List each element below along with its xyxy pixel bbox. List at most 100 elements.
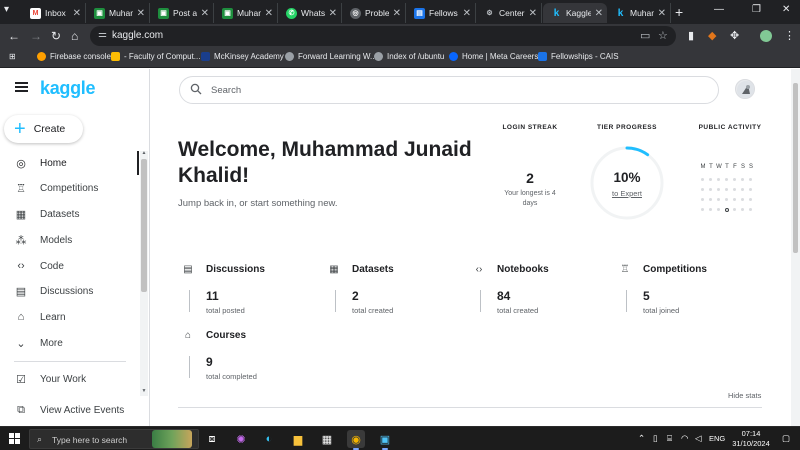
microsoft-store-icon[interactable]: ▦ <box>318 430 336 448</box>
network-icon[interactable]: ⌸ <box>667 433 672 444</box>
scroll-up-icon[interactable]: ▲ <box>140 150 148 156</box>
stat-subtitle: total created <box>497 306 539 315</box>
bookmark-firebase[interactable]: Firebase console <box>37 52 111 61</box>
wifi-icon[interactable]: ◠ <box>681 433 688 444</box>
reload-icon[interactable]: ↻ <box>51 29 61 43</box>
back-icon[interactable]: ← <box>8 29 20 43</box>
activity-dot <box>749 198 752 201</box>
edge-icon[interactable]: ◐ <box>260 430 278 448</box>
stat-card-competitions[interactable]: ♖ Competitions 5 total joined <box>618 263 758 323</box>
notifications-icon[interactable]: ▢ <box>782 433 790 444</box>
bookmark-faculty[interactable]: - Faculty of Comput... <box>111 52 200 61</box>
hide-stats-link[interactable]: Hide stats <box>728 391 761 400</box>
sidebar-item-code[interactable]: ‹› Code <box>0 254 138 278</box>
file-explorer-icon[interactable]: ▆ <box>289 430 307 448</box>
bookmark-fellowships-cais[interactable]: Fellowships - CAIS <box>538 52 619 61</box>
chrome-taskbar-icon[interactable]: ◉ <box>347 430 365 450</box>
menu-icon[interactable] <box>15 82 28 92</box>
sidebar-item-more[interactable]: ⌄ More <box>0 331 138 355</box>
stat-card-discussions[interactable]: ▤ Discussions 11 total posted <box>181 263 321 323</box>
taskbar-clock[interactable]: 07:14 31/10/2024 <box>728 429 774 449</box>
close-icon[interactable]: ✕ <box>658 8 666 19</box>
close-icon[interactable]: ✕ <box>73 8 81 19</box>
bookmark-meta-careers[interactable]: Home | Meta Careers <box>449 52 538 61</box>
tab-kaggle-active[interactable]: k Kaggle ✕ <box>543 3 607 23</box>
stat-card-datasets[interactable]: ▦ Datasets 2 total created <box>327 263 467 323</box>
scroll-down-icon[interactable]: ▼ <box>140 388 148 394</box>
sidebar-scrollbar[interactable]: ▲ ▼ <box>140 150 148 396</box>
app-taskbar-icon[interactable]: ▣ <box>376 430 394 450</box>
tab-inbox[interactable]: M Inbox ✕ <box>22 3 86 23</box>
stat-card-courses[interactable]: ⌂ Courses 9 total completed <box>181 329 321 389</box>
close-icon[interactable]: ✕ <box>463 8 471 19</box>
tab-search-icon[interactable]: ▾ <box>4 4 9 15</box>
tab-kaggle-2[interactable]: k Muham ✕ <box>607 3 671 23</box>
sidebar-item-home[interactable]: ◎ Home <box>0 151 138 175</box>
tier-progress-link[interactable]: to Expert <box>589 189 665 198</box>
task-view-icon[interactable]: ⧈ <box>203 430 221 448</box>
new-tab-icon[interactable]: + <box>675 4 683 20</box>
close-icon[interactable]: ✕ <box>529 8 537 19</box>
stat-card-notebooks[interactable]: ‹› Notebooks 84 total created <box>472 263 612 323</box>
home-icon[interactable]: ⌂ <box>71 29 78 43</box>
sidebar-item-models[interactable]: ⁂ Models <box>0 228 138 252</box>
address-bar[interactable]: ⚌ kaggle.com ▭ ☆ <box>90 26 676 46</box>
sidebar-item-discussions[interactable]: ▤ Discussions <box>0 279 138 303</box>
tab-problem[interactable]: ◎ Proble ✕ <box>342 3 406 23</box>
tab-classroom-2[interactable]: ▣ Post a ✕ <box>150 3 214 23</box>
close-icon[interactable]: ✕ <box>393 8 401 19</box>
tab-label: Proble <box>365 8 389 18</box>
user-avatar[interactable] <box>735 79 755 99</box>
language-indicator[interactable]: ENG <box>709 434 725 443</box>
tab-center[interactable]: ⚙ Center ✕ <box>476 3 542 23</box>
kaggle-icon: k <box>617 7 624 19</box>
page-scroll-thumb[interactable] <box>793 83 798 253</box>
tab-whatsapp[interactable]: ✆ Whats ✕ <box>278 3 342 23</box>
home-compass-icon: ◎ <box>16 157 26 170</box>
close-window-icon[interactable]: ✕ <box>782 4 790 15</box>
sidebar-item-competitions[interactable]: ♖ Competitions <box>0 176 138 200</box>
battery-icon[interactable]: ▯ <box>653 433 658 444</box>
windows-start-icon[interactable] <box>9 433 21 445</box>
extensions-icon[interactable]: ✥ <box>730 29 739 42</box>
search-highlight-icon[interactable] <box>152 430 192 448</box>
site-info-icon[interactable]: ⚌ <box>98 29 107 40</box>
create-button[interactable]: + Create <box>4 115 83 143</box>
kaggle-logo[interactable]: kaggle <box>40 78 96 99</box>
apps-grid-icon[interactable]: ⊞ <box>9 52 16 61</box>
sidebar-item-your-work[interactable]: ☑ Your Work <box>0 367 138 391</box>
tray-chevron-up-icon[interactable]: ⌃ <box>638 433 645 444</box>
tab-classroom-1[interactable]: ▣ Muham ✕ <box>86 3 150 23</box>
discussion-icon: ▤ <box>183 264 193 275</box>
copilot-icon[interactable]: ✺ <box>232 430 250 448</box>
volume-icon[interactable]: ◁ <box>695 433 702 444</box>
profile-avatar-icon[interactable] <box>760 30 772 42</box>
close-icon[interactable]: ✕ <box>137 8 145 19</box>
bookmark-mckinsey[interactable]: McKinsey Academy <box>201 52 284 61</box>
tab-fellowships[interactable]: ▤ Fellows ✕ <box>406 3 476 23</box>
browser-menu-icon[interactable]: ⋮ <box>784 29 795 42</box>
close-icon[interactable]: ✕ <box>201 8 209 19</box>
globe-icon: ◎ <box>350 7 361 19</box>
activity-dot <box>733 188 736 191</box>
cast-icon[interactable]: ▭ <box>640 29 650 42</box>
sidebar-item-learn[interactable]: ⌂ Learn <box>0 305 138 329</box>
graduation-cap-icon: ⌂ <box>184 330 192 341</box>
close-icon[interactable]: ✕ <box>595 8 603 19</box>
page-scrollbar[interactable] <box>791 69 800 426</box>
search-bar[interactable]: Search <box>179 76 719 104</box>
sidebar-item-datasets[interactable]: ▦ Datasets <box>0 202 138 226</box>
restore-icon[interactable]: ❐ <box>752 4 761 15</box>
sidebar-item-active-events[interactable]: ⧉ View Active Events <box>0 398 138 422</box>
reading-list-icon[interactable]: ▮ <box>688 29 694 42</box>
close-icon[interactable]: ✕ <box>329 8 337 19</box>
bookmark-star-icon[interactable]: ☆ <box>658 29 668 42</box>
forward-icon[interactable]: → <box>30 29 42 43</box>
metamask-extension-icon[interactable]: ◆ <box>708 29 716 42</box>
sidebar-scroll-thumb[interactable] <box>141 159 147 292</box>
tab-classroom-3[interactable]: ▣ Muham ✕ <box>214 3 278 23</box>
close-icon[interactable]: ✕ <box>265 8 273 19</box>
minimize-icon[interactable]: — <box>714 4 724 15</box>
bookmark-ubuntu[interactable]: Index of /ubuntu <box>374 52 444 61</box>
bookmark-forward-learning[interactable]: Forward Learning W... <box>285 52 377 61</box>
